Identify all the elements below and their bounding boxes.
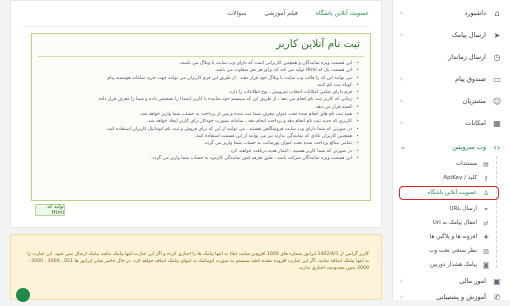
list-item: کوتاه ثبت نام کنند. [42,82,359,90]
main-card: عضویت آنلاین باشگاه فیلم آموزشی سوالات ث… [10,0,382,228]
tab-tutorial-video[interactable]: فیلم آموزشی [262,7,299,27]
sidebar-sub-label: افزونه ها و پلاگین ها [429,234,477,240]
send-icon: ➤ [493,30,501,40]
list-item: این قسمت ویژه نمایندگان و همچنین کاربران… [42,60,359,68]
inbox-icon: ▭ [493,74,501,84]
tab-divider [21,26,371,27]
content-editor[interactable]: ثبت نام آنلاین کاربر این قسمت ویژه نماین… [31,33,371,201]
tab-club-signup[interactable]: عضویت آنلاین باشگاه [313,7,371,27]
sidebar-sub-label: انتقال پیامک به Url [432,220,477,226]
list-item: فرم دارای تمامی امکانات انتخاب سرویس ، ن… [42,89,359,97]
sidebar-sub-apikey[interactable]: ⚷ کلید / ApiKey [392,172,510,184]
title-underline [38,56,364,57]
tab-bar: عضویت آنلاین باشگاه فیلم آموزشی سوالات [225,7,371,27]
sidebar-sub-send-url[interactable]: ⚭ ارسال URL [392,203,510,215]
sidebar-sub-label: کلید / ApiKey [443,175,477,181]
sidebar-sub-label: پیامک هشدار دوربین [429,262,477,268]
sidebar-sub-label: عضویت آنلاین باشگاه [427,190,477,196]
chevron-icon: ‹ [400,97,403,105]
key-icon: ⚷ [483,174,489,182]
sidebar-sub-label: مستندات [455,161,477,167]
sidebar-sub-docs[interactable]: ▤ مستندات [392,158,510,170]
camera-icon: ◙ [483,261,489,269]
sidebar-sub-poll[interactable]: ▥ نظر سنجی تحت وب [392,245,510,257]
sidebar-item-label: ارسال پیامک [451,31,486,39]
sidebar: ⌂ داشبورد ‹ ➤ ارسال پیامک ‹ ◷ ارسال زمان… [392,0,510,302]
sidebar-sub-plugins[interactable]: ✚ افزونه ها و پلاگین ها [392,231,510,243]
chevron-icon: ‹ [400,75,403,83]
support-icon: ✆ [493,292,501,302]
chevron-icon: ‹ [400,277,403,285]
user-plus-icon: ♙ [483,189,489,197]
sidebar-item-label: وب سرویس [452,143,486,151]
users-icon: ☺ [492,96,502,106]
chevron-icon: ‹ [400,119,403,127]
warning-box: کاربر گرامی از 1402/4/1 اپراتور شماره ها… [10,234,382,300]
sidebar-sub-label: نظر سنجی تحت وب [429,248,477,254]
clock-icon: ◷ [493,52,501,62]
list-item: زمانی که کاربر ثبت نام انجام می دهد ، از… [42,96,359,104]
sidebar-sub-label: ارسال URL [449,206,477,212]
sidebar-sub-camera[interactable]: ◙ پیامک هشدار دوربین [392,259,510,271]
chevron-down-icon: ⌄ [400,143,406,151]
list-item: کسته قرار می دهد. [42,104,359,112]
sidebar-item-customers[interactable]: ☺ مشتریان ‹ [392,92,510,110]
sidebar-sub-club-signup[interactable]: ♙ عضویت آنلاین باشگاه [392,187,510,199]
sidebar-sub-forward-url[interactable]: ⇄ انتقال پیامک به Url [392,217,510,229]
sidebar-item-label: ارسال زماندار [448,53,486,61]
finance-icon: ▣ [493,276,501,286]
sidebar-item-webservice[interactable]: ‹› وب سرویس ⌄ [392,138,510,156]
code-icon: ‹› [493,142,501,152]
chevron-icon: ‹ [400,9,403,17]
generate-html-button[interactable]: تولید کد Html [35,204,65,216]
plugin-icon: ✚ [483,233,489,241]
sidebar-item-dashboard[interactable]: ⌂ داشبورد ‹ [392,4,510,22]
link-icon: ⚭ [483,205,489,213]
chevron-icon: ‹ [400,31,403,39]
sidebar-item-send-sms[interactable]: ➤ ارسال پیامک ‹ [392,26,510,44]
editor-title: ثبت نام آنلاین کاربر [275,38,360,50]
grid-icon: ▦ [493,118,501,128]
list-item: این قسمت ویژه نمایندگان شرکت باشد ، طبق … [42,155,359,163]
list-item: تمامی مبالغ پرداخت شده تحت عنوان پورسانت… [42,140,359,148]
list-item: همچنین کاربران عادی که نمایندگی ندارند ن… [42,133,359,141]
document-icon: ▤ [483,160,489,168]
sidebar-item-label: صندوق پیام [455,75,486,83]
sidebar-item-label: مشتریان [462,97,486,105]
editor-body: این قسمت ویژه نمایندگان و همچنین کاربران… [42,60,360,196]
list-item: همه ثبت نام های انجام شده تحت عنوان معرف… [42,111,359,119]
sidebar-item-label: امکانات [465,119,486,127]
home-icon: ⌂ [494,8,500,18]
list-item: در صورتی که شما دارای وب سایت فروشگاهی ه… [42,126,359,134]
poll-icon: ▥ [483,247,489,255]
list-item: در صورتی که شما کاربر هستید ، اعتبار هدی… [42,148,359,156]
sidebar-item-features[interactable]: ▦ امکانات ‹ [392,114,510,132]
sidebar-item-scheduled[interactable]: ◷ ارسال زماندار [392,48,510,66]
sidebar-item-label: امور مالی [459,277,486,285]
transfer-icon: ⇄ [483,219,489,227]
list-item: کاربری که جدید ثبت نام انجام دهد و پرداخ… [42,118,359,126]
list-item: این قسمت یک کد Html تولید می کند که برای… [42,67,359,75]
list-item: می توانید این کد را قالب وب سایت یا وبلا… [42,75,359,83]
sidebar-item-label: داشبورد [464,9,487,17]
sidebar-item-support[interactable]: ✆ آموزش و پشتیبانی ‹ [392,288,510,306]
tab-faq[interactable]: سوالات [225,7,248,27]
warning-text: کاربر گرامی از 1402/4/1 اپراتور شماره ها… [27,252,369,272]
sidebar-item-inbox[interactable]: ▭ صندوق پیام ‹ [392,70,510,88]
